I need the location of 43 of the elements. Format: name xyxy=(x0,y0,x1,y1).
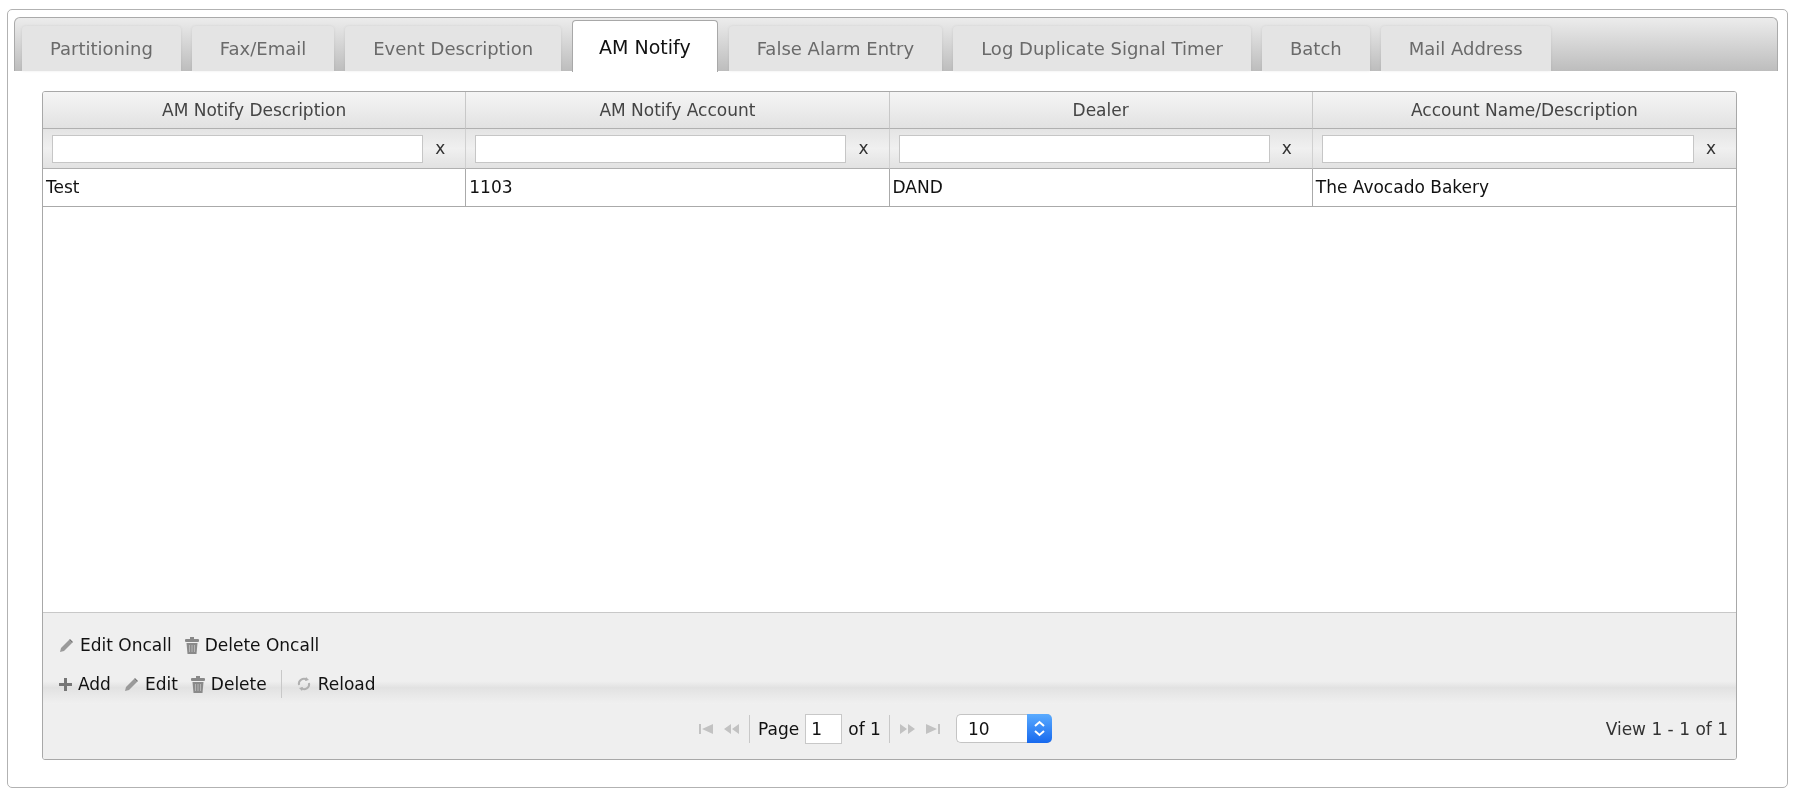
page-size-select[interactable]: 10 xyxy=(955,714,1052,743)
double-left-triangle-icon xyxy=(724,723,740,734)
tab[interactable]: Partitioning xyxy=(22,26,181,71)
trash-icon xyxy=(190,675,205,693)
page-total-label: of 1 xyxy=(848,718,881,739)
double-right-triangle-icon xyxy=(899,723,915,734)
skip-first-icon xyxy=(699,723,715,734)
skip-last-icon xyxy=(924,723,940,734)
tab[interactable]: Log Duplicate Signal Timer xyxy=(953,26,1251,71)
filter-field[interactable] xyxy=(898,134,1270,163)
pencil-icon xyxy=(123,676,139,692)
tab[interactable]: False Alarm Entry xyxy=(728,26,943,71)
reload-icon xyxy=(295,676,312,692)
column-header[interactable]: AM Notify Account xyxy=(466,92,890,129)
clear-filter-button[interactable]: x xyxy=(856,140,871,157)
tab[interactable]: AM Notify xyxy=(572,20,718,72)
clear-filter-button[interactable]: x xyxy=(1279,140,1294,157)
page-number-field[interactable]: 1 xyxy=(805,713,843,744)
edit-button[interactable]: Edit Oncall xyxy=(57,631,174,659)
delete-button[interactable]: Delete Oncall xyxy=(182,631,322,659)
filter-field[interactable] xyxy=(475,134,847,163)
column-header[interactable]: Dealer xyxy=(889,92,1313,129)
column-header[interactable]: Account Name/Description xyxy=(1312,92,1736,129)
tab[interactable]: Event Description xyxy=(345,26,562,71)
edit-button[interactable]: Edit xyxy=(121,670,180,698)
record-count-label: View 1 - 1 of 1 xyxy=(1605,718,1728,739)
filter-field[interactable] xyxy=(52,134,424,163)
page-label: Page xyxy=(758,718,800,739)
plus-icon xyxy=(59,677,72,691)
tab[interactable]: Mail Address xyxy=(1380,26,1551,71)
table-row[interactable]: Test 1103 DAND The Avocado Bakery xyxy=(43,169,1736,207)
reload-button[interactable]: Reload xyxy=(293,670,378,698)
up-down-chevron-icon xyxy=(1026,714,1052,743)
add-button[interactable]: Add xyxy=(57,670,113,698)
filter-field[interactable] xyxy=(1321,134,1694,163)
clear-filter-button[interactable]: x xyxy=(433,140,448,157)
delete-button[interactable]: Delete xyxy=(188,670,269,698)
tab[interactable]: Fax/Email xyxy=(191,26,335,71)
pencil-icon xyxy=(59,637,74,653)
clear-filter-button[interactable]: x xyxy=(1703,140,1718,157)
column-header[interactable]: AM Notify Description xyxy=(43,92,467,129)
tab[interactable]: Batch xyxy=(1262,26,1370,71)
trash-icon xyxy=(184,636,199,654)
